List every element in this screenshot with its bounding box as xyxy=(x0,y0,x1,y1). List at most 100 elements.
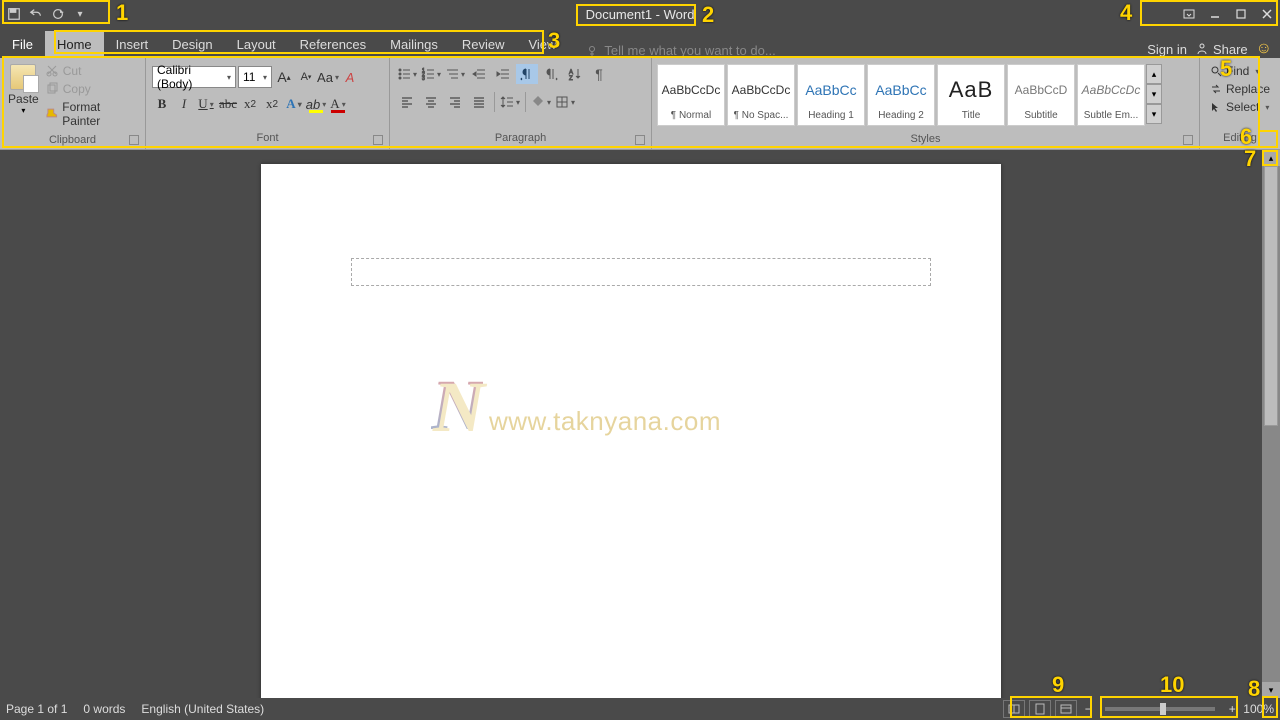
subscript-button[interactable]: x2 xyxy=(240,94,260,114)
increase-indent-icon[interactable] xyxy=(492,64,514,84)
window-title: Document1 - Word xyxy=(586,7,695,22)
tab-file[interactable]: File xyxy=(0,31,45,58)
maximize-icon[interactable] xyxy=(1228,3,1254,25)
clipboard-launcher[interactable] xyxy=(129,135,139,145)
tab-review[interactable]: Review xyxy=(450,31,517,58)
styles-up-icon[interactable]: ▴ xyxy=(1146,64,1162,84)
font-color-button[interactable]: A▾ xyxy=(328,94,348,114)
share-button[interactable]: Share xyxy=(1195,42,1248,57)
group-clipboard: Paste ▾ Cut Copy Format Painter Clipboar… xyxy=(0,58,146,149)
undo-icon[interactable] xyxy=(26,4,46,24)
multilevel-icon[interactable]: ▾ xyxy=(444,64,466,84)
strike-button[interactable]: abc xyxy=(218,94,238,114)
replace-button[interactable]: Replace xyxy=(1210,82,1270,96)
tab-layout[interactable]: Layout xyxy=(225,31,288,58)
line-spacing-icon[interactable]: ▾ xyxy=(499,92,521,112)
web-layout-icon[interactable] xyxy=(1055,700,1077,718)
italic-button[interactable]: I xyxy=(174,94,194,114)
status-page[interactable]: Page 1 of 1 xyxy=(6,702,67,716)
minimize-icon[interactable] xyxy=(1202,3,1228,25)
borders-icon[interactable]: ▾ xyxy=(554,92,576,112)
account-area: Sign in Share ☺ xyxy=(1147,40,1280,58)
quick-access-toolbar: ▾ xyxy=(0,4,94,24)
tell-me-placeholder: Tell me what you want to do... xyxy=(604,43,775,58)
font-name-combo[interactable]: Calibri (Body)▾ xyxy=(152,66,236,88)
sort-icon[interactable]: AZ xyxy=(564,64,586,84)
style-item[interactable]: AaBbCcDcSubtle Em... xyxy=(1077,64,1145,126)
tab-mailings[interactable]: Mailings xyxy=(378,31,450,58)
save-icon[interactable] xyxy=(4,4,24,24)
feedback-smile-icon[interactable]: ☺ xyxy=(1256,40,1272,58)
ltr-icon[interactable] xyxy=(516,64,538,84)
show-marks-icon[interactable]: ¶ xyxy=(588,64,610,84)
read-mode-icon[interactable] xyxy=(1003,700,1025,718)
scroll-thumb[interactable] xyxy=(1264,166,1278,426)
qat-more-icon[interactable]: ▾ xyxy=(70,4,90,24)
change-case-icon[interactable]: Aa▾ xyxy=(318,67,338,87)
paragraph-launcher[interactable] xyxy=(635,135,645,145)
grow-font-icon[interactable]: A▴ xyxy=(274,67,294,87)
font-size-combo[interactable]: 11▾ xyxy=(238,66,272,88)
watermark: N www.taknyana.com xyxy=(431,364,721,447)
tab-design[interactable]: Design xyxy=(160,31,224,58)
zoom-slider[interactable] xyxy=(1105,707,1215,711)
copy-button[interactable]: Copy xyxy=(45,82,139,96)
watermark-logo: N xyxy=(431,364,483,447)
highlight-button[interactable]: ab▾ xyxy=(306,94,326,114)
align-left-icon[interactable] xyxy=(396,92,418,112)
tab-view[interactable]: View xyxy=(516,31,568,58)
text-frame[interactable] xyxy=(351,258,931,286)
tell-me-search[interactable]: Tell me what you want to do... xyxy=(586,43,775,58)
shading-icon[interactable]: ▾ xyxy=(530,92,552,112)
bullets-icon[interactable]: ▾ xyxy=(396,64,418,84)
document-area: N www.taknyana.com xyxy=(0,150,1262,698)
format-painter-button[interactable]: Format Painter xyxy=(45,100,139,128)
page[interactable]: N www.taknyana.com xyxy=(261,164,1001,698)
status-words[interactable]: 0 words xyxy=(83,702,125,716)
clear-format-icon[interactable]: A xyxy=(340,67,360,87)
style-item[interactable]: AaBbCcDc¶ Normal xyxy=(657,64,725,126)
align-center-icon[interactable] xyxy=(420,92,442,112)
justify-icon[interactable] xyxy=(468,92,490,112)
superscript-button[interactable]: x2 xyxy=(262,94,282,114)
decrease-indent-icon[interactable] xyxy=(468,64,490,84)
scroll-down-icon[interactable]: ▾ xyxy=(1262,682,1280,698)
styles-more-icon[interactable]: ▾ xyxy=(1146,104,1162,124)
status-language[interactable]: English (United States) xyxy=(141,702,264,716)
bold-button[interactable]: B xyxy=(152,94,172,114)
zoom-out-button[interactable]: − xyxy=(1081,702,1095,716)
numbering-icon[interactable]: 123▾ xyxy=(420,64,442,84)
tab-home[interactable]: Home xyxy=(45,31,104,58)
font-launcher[interactable] xyxy=(373,135,383,145)
rtl-icon[interactable] xyxy=(540,64,562,84)
shrink-font-icon[interactable]: A▾ xyxy=(296,67,316,87)
vertical-scrollbar[interactable]: ▴ ▾ xyxy=(1262,150,1280,698)
text-effects-button[interactable]: A▾ xyxy=(284,94,304,114)
ribbon-display-icon[interactable] xyxy=(1176,3,1202,25)
select-button[interactable]: Select▾ xyxy=(1210,100,1270,114)
style-item[interactable]: AaBbCcDSubtitle xyxy=(1007,64,1075,126)
styles-launcher[interactable] xyxy=(1183,135,1193,145)
close-icon[interactable] xyxy=(1254,3,1280,25)
paste-button[interactable]: Paste ▾ xyxy=(4,60,43,115)
find-button[interactable]: Find▾ xyxy=(1210,64,1270,78)
print-layout-icon[interactable] xyxy=(1029,700,1051,718)
svg-text:Z: Z xyxy=(569,76,573,81)
signin-button[interactable]: Sign in xyxy=(1147,42,1187,57)
styles-down-icon[interactable]: ▾ xyxy=(1146,84,1162,104)
watermark-text: www.taknyana.com xyxy=(489,406,721,437)
zoom-in-button[interactable]: + xyxy=(1225,702,1239,716)
styles-scroll: ▴ ▾ ▾ xyxy=(1146,64,1162,124)
style-item[interactable]: AaBbCcHeading 1 xyxy=(797,64,865,126)
scroll-up-icon[interactable]: ▴ xyxy=(1262,150,1280,166)
style-item[interactable]: AaBbCcHeading 2 xyxy=(867,64,935,126)
cut-button[interactable]: Cut xyxy=(45,64,139,78)
style-item[interactable]: AaBTitle xyxy=(937,64,1005,126)
tab-references[interactable]: References xyxy=(288,31,378,58)
zoom-level[interactable]: 100% xyxy=(1243,702,1274,716)
style-item[interactable]: AaBbCcDc¶ No Spac... xyxy=(727,64,795,126)
redo-icon[interactable] xyxy=(48,4,68,24)
tab-insert[interactable]: Insert xyxy=(104,31,161,58)
underline-button[interactable]: U▾ xyxy=(196,94,216,114)
align-right-icon[interactable] xyxy=(444,92,466,112)
